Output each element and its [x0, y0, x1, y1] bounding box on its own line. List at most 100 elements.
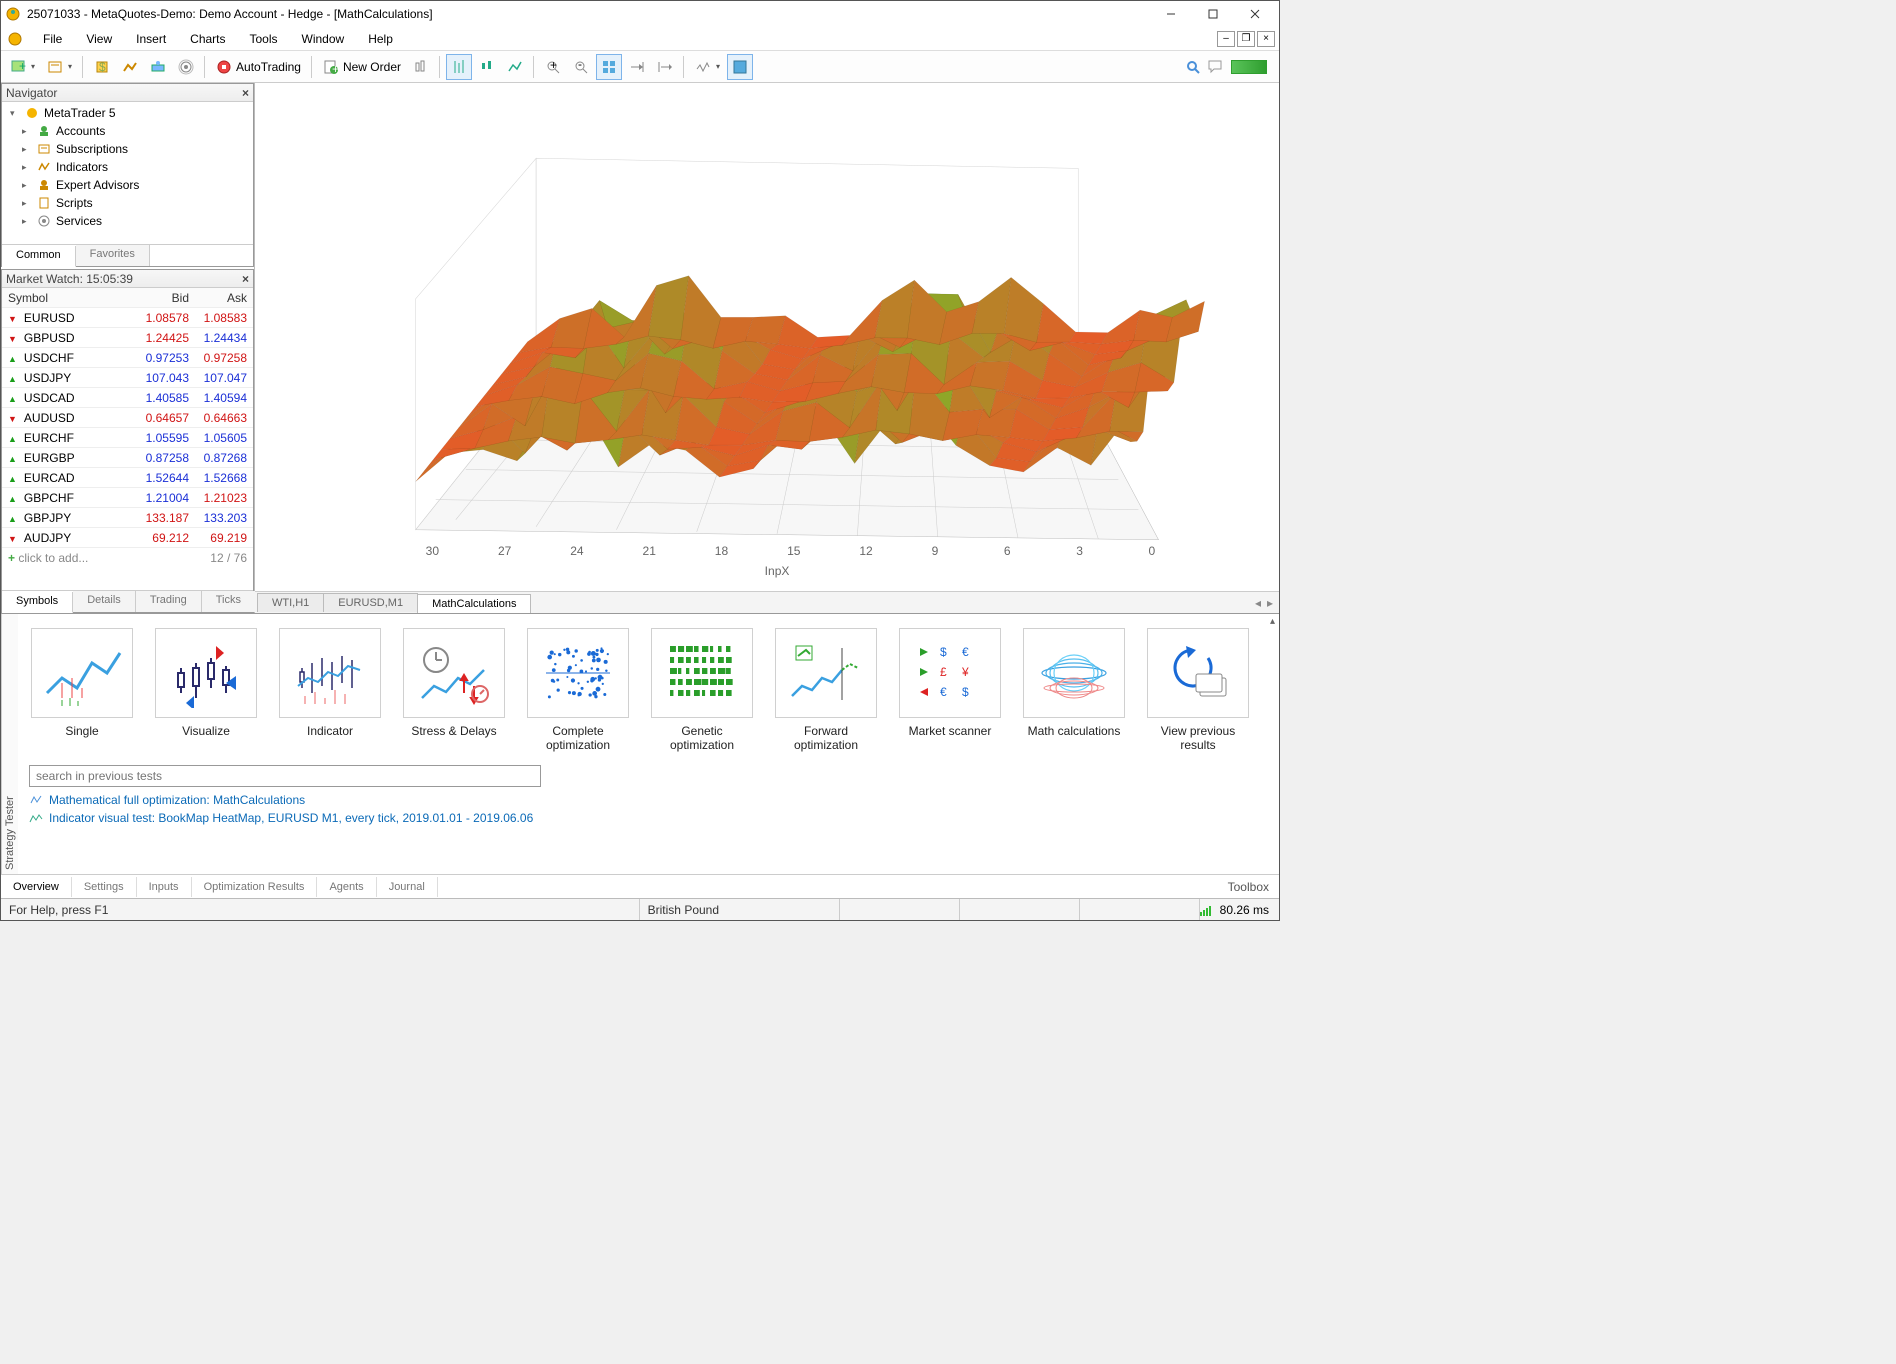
navigator-close-icon[interactable]: × [242, 86, 249, 100]
mdi-minimize[interactable]: – [1217, 31, 1235, 47]
chat-icon[interactable] [1207, 59, 1225, 75]
shift-chart-button[interactable] [652, 54, 678, 80]
maximize-button[interactable] [1193, 2, 1233, 26]
status-ping: 80.26 ms [1200, 903, 1279, 917]
close-button[interactable] [1235, 2, 1275, 26]
tester-card[interactable]: Genetic optimization [649, 628, 755, 753]
mdi-restore[interactable]: ❐ [1237, 31, 1255, 47]
card-label: Single [65, 724, 98, 752]
mw-add-row[interactable]: + click to add... 12 / 76 [2, 548, 253, 568]
mw-row[interactable]: GBPJPY 133.187 133.203 [2, 508, 253, 528]
mw-row[interactable]: EURCHF 1.05595 1.05605 [2, 428, 253, 448]
nav-tab-common[interactable]: Common [2, 246, 76, 267]
menu-file[interactable]: File [31, 29, 74, 49]
nav-expert-advisors[interactable]: ▸Expert Advisors [6, 176, 249, 194]
nav-root[interactable]: ▾MetaTrader 5 [6, 104, 249, 122]
chart-tab-math[interactable]: MathCalculations [417, 594, 531, 613]
menu-view[interactable]: View [74, 29, 124, 49]
svg-text:24: 24 [570, 544, 584, 558]
shift-end-button[interactable] [624, 54, 650, 80]
toolbox-label[interactable]: Toolbox [1228, 880, 1279, 894]
market-button[interactable]: $ [89, 54, 115, 80]
mw-row[interactable]: AUDJPY 69.212 69.219 [2, 528, 253, 548]
menu-tools[interactable]: Tools [238, 29, 290, 49]
search-icon[interactable] [1185, 59, 1201, 75]
chart-type-button[interactable] [408, 54, 434, 80]
tester-card[interactable]: Indicator [277, 628, 383, 753]
tester-card[interactable]: Single [29, 628, 135, 753]
mw-row[interactable]: USDCAD 1.40585 1.40594 [2, 388, 253, 408]
menu-charts[interactable]: Charts [178, 29, 237, 49]
tester-link-math[interactable]: Mathematical full optimization: MathCalc… [1, 791, 1279, 809]
search-previous-tests-input[interactable] [29, 765, 541, 787]
chart-tab-wti[interactable]: WTI,H1 [257, 593, 324, 612]
mw-header-ask[interactable]: Ask [195, 291, 253, 305]
svg-text:27: 27 [498, 544, 512, 558]
signals-button[interactable] [117, 54, 143, 80]
tester-card[interactable]: View previous results [1145, 628, 1251, 753]
mdi-close[interactable]: × [1257, 31, 1275, 47]
tester-tab-settings[interactable]: Settings [72, 877, 137, 897]
nav-tab-favorites[interactable]: Favorites [76, 245, 150, 266]
bar-chart-button[interactable] [446, 54, 472, 80]
mw-header-bid[interactable]: Bid [137, 291, 195, 305]
mw-row[interactable]: GBPUSD 1.24425 1.24434 [2, 328, 253, 348]
tester-card[interactable]: Math calculations [1021, 628, 1127, 753]
tester-link-bookmap[interactable]: Indicator visual test: BookMap HeatMap, … [1, 809, 1279, 827]
menu-insert[interactable]: Insert [124, 29, 178, 49]
chart-tab-eurusd[interactable]: EURUSD,M1 [323, 593, 418, 612]
profiles-button[interactable] [42, 54, 77, 80]
tester-card[interactable]: Complete optimization [525, 628, 631, 753]
tester-tab-overview[interactable]: Overview [1, 877, 72, 897]
auto-scroll-button[interactable] [596, 54, 622, 80]
tester-scroll-up-icon[interactable]: ▴ [1270, 616, 1275, 627]
mw-row[interactable]: EURGBP 0.87258 0.87268 [2, 448, 253, 468]
tester-card[interactable]: $€£¥€$Market scanner [897, 628, 1003, 753]
chart-3d-surface[interactable]: InpX 302724211815129630 [255, 83, 1279, 591]
mw-tab-symbols[interactable]: Symbols [2, 592, 73, 613]
tester-tab-agents[interactable]: Agents [317, 877, 376, 897]
navigator-title: Navigator [6, 86, 57, 100]
nav-subscriptions[interactable]: ▸Subscriptions [6, 140, 249, 158]
connection-indicator[interactable] [1231, 60, 1267, 74]
candle-chart-button[interactable] [474, 54, 500, 80]
mw-tab-trading[interactable]: Trading [136, 591, 202, 612]
mw-row[interactable]: USDJPY 107.043 107.047 [2, 368, 253, 388]
chart-tab-next-icon[interactable]: ▸ [1267, 596, 1273, 610]
mw-row[interactable]: AUDUSD 0.64657 0.64663 [2, 408, 253, 428]
nav-services[interactable]: ▸Services [6, 212, 249, 230]
new-order-button[interactable]: + New Order [318, 54, 406, 80]
chart-tab-prev-icon[interactable]: ◂ [1255, 596, 1261, 610]
market-watch-panel: Market Watch: 15:05:39 × Symbol Bid Ask … [1, 269, 254, 613]
mw-header-symbol[interactable]: Symbol [2, 291, 137, 305]
mw-tab-details[interactable]: Details [73, 591, 136, 612]
nav-indicators[interactable]: ▸Indicators [6, 158, 249, 176]
templates-button[interactable] [727, 54, 753, 80]
mw-row[interactable]: GBPCHF 1.21004 1.21023 [2, 488, 253, 508]
menu-help[interactable]: Help [356, 29, 405, 49]
tester-card[interactable]: Stress & Delays [401, 628, 507, 753]
tester-tab-results[interactable]: Optimization Results [192, 877, 318, 897]
mw-row[interactable]: EURCAD 1.52644 1.52668 [2, 468, 253, 488]
zoom-in-button[interactable]: + [540, 54, 566, 80]
nav-accounts[interactable]: ▸Accounts [6, 122, 249, 140]
market-watch-close-icon[interactable]: × [242, 272, 249, 286]
menu-window[interactable]: Window [290, 29, 357, 49]
nav-scripts[interactable]: ▸Scripts [6, 194, 249, 212]
tester-tab-inputs[interactable]: Inputs [137, 877, 192, 897]
mw-tab-ticks[interactable]: Ticks [202, 591, 256, 612]
line-chart-button[interactable] [502, 54, 528, 80]
mw-row[interactable]: USDCHF 0.97253 0.97258 [2, 348, 253, 368]
autotrading-button[interactable]: AutoTrading [211, 54, 306, 80]
vps-button[interactable] [145, 54, 171, 80]
broadcast-button[interactable] [173, 54, 199, 80]
tester-card[interactable]: Forward optimization [773, 628, 879, 753]
mw-row[interactable]: EURUSD 1.08578 1.08583 [2, 308, 253, 328]
indicators-button[interactable] [690, 54, 725, 80]
zoom-out-button[interactable]: - [568, 54, 594, 80]
tester-card[interactable]: Visualize [153, 628, 259, 753]
minimize-button[interactable] [1151, 2, 1191, 26]
new-chart-button[interactable]: + [5, 54, 40, 80]
card-label: Genetic optimization [649, 724, 755, 753]
tester-tab-journal[interactable]: Journal [377, 877, 438, 897]
